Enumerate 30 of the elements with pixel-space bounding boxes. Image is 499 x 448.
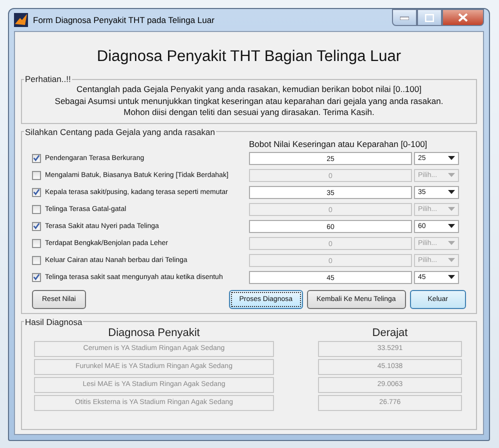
minimize-button[interactable]: [392, 9, 417, 26]
column-header: Diagnosa Penyakit: [107, 326, 201, 338]
check-icon: [33, 154, 40, 162]
notice-text: Mohon diisi dengan teliti dan sesuai yang dirasakan. Terima Kasih.: [122, 107, 376, 118]
maximize-icon: [425, 14, 434, 22]
notice-text: Sebagai Asumsi untuk menunjukkan tingkat keseringan atau keparahan dari gejala yang anda rasakan.: [54, 96, 444, 107]
check-icon: [33, 273, 40, 281]
window-title: Form Diagnosa Penyakit THT pada Telinga Luar: [33, 15, 216, 25]
close-button[interactable]: [442, 9, 484, 26]
caret-icon: [448, 190, 455, 194]
caret-icon: [448, 275, 455, 279]
caret-icon: [448, 224, 455, 228]
check-icon: [33, 222, 40, 230]
caret-icon: [448, 258, 455, 262]
panel-legend: Silahkan Centang pada Gejala yang anda rasakan: [24, 126, 216, 136]
column-header: Bobot Nilai Keseringan atau Keparahan [0-100]: [248, 138, 428, 148]
close-icon: [458, 13, 468, 22]
panel-legend: Hasil Diagnosa: [24, 316, 84, 326]
check-icon: [33, 188, 40, 196]
column-header: Derajat: [371, 326, 409, 338]
caret-icon: [448, 241, 455, 245]
caret-icon: [448, 156, 455, 160]
notice-text: Centanglah pada Gejala Penyakit yang anda rasakan, kemudian berikan bobot nilai [0..100]: [76, 84, 422, 96]
panel-legend: Perhatian..!!: [24, 74, 72, 84]
caret-icon: [448, 173, 455, 177]
form-heading: Diagnosa Penyakit THT Bagian Telinga Luar: [96, 48, 402, 66]
minimize-icon: [400, 16, 409, 20]
app-icon: [14, 13, 28, 27]
caret-icon: [448, 207, 455, 211]
maximize-button[interactable]: [417, 9, 442, 26]
